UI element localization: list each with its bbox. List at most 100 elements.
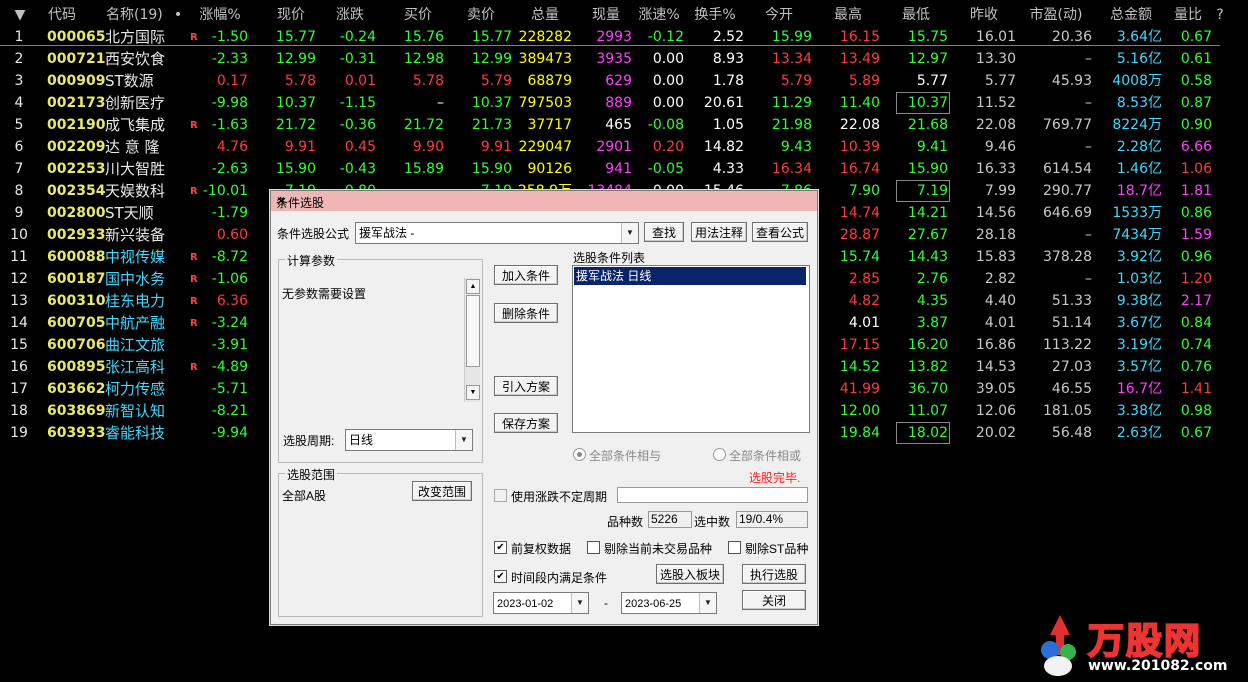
scroll-down-icon[interactable]: ▼ [466,385,480,400]
scrollbar[interactable]: ▲ ▼ [464,278,480,402]
stock-name[interactable]: 桂东电力 [105,290,177,312]
current-volume: 3935 [596,51,632,67]
total-amount-unit: 亿 [1148,95,1162,111]
period-condition-checkbox[interactable]: ✔ [494,570,507,583]
header-code[interactable]: 代码 [40,4,84,26]
header-col-12[interactable]: 昨收 [952,4,1016,26]
header-col-5[interactable]: 总量 [518,4,572,26]
header-col-2[interactable]: 涨跌 [322,4,378,26]
stock-name[interactable]: ST天顺 [105,202,177,224]
total-amount-value: 5.16 [1116,51,1148,67]
execute-button[interactable]: 执行选股 [742,564,806,584]
close-button[interactable]: 关闭 [742,590,806,610]
stock-code[interactable]: 002354 [47,180,107,202]
header-col-4[interactable]: 卖价 [450,4,512,26]
sort-icon[interactable]: ▼ [10,4,30,26]
header-col-11[interactable]: 最低 [884,4,948,26]
stock-code[interactable]: 603933 [47,422,107,444]
stock-name[interactable]: 新智认知 [105,400,177,422]
save-plan-button[interactable]: 保存方案 [494,413,558,433]
stock-name[interactable]: 川大智胜 [105,158,177,180]
stock-name[interactable]: 中视传媒 [105,246,177,268]
stock-code[interactable]: 002190 [47,114,107,136]
close-icon[interactable]: ✕ [276,194,811,208]
header-col-13[interactable]: 市盈(动) [1018,4,1094,26]
stock-name[interactable]: 国中水务 [105,268,177,290]
header-col-6[interactable]: 现量 [578,4,634,26]
stock-code[interactable]: 002253 [47,158,107,180]
stock-name[interactable]: 曲江文旅 [105,334,177,356]
header-col-0[interactable]: 涨幅% [190,4,250,26]
st-checkbox[interactable] [728,541,741,554]
cycle-input[interactable] [617,487,808,503]
stock-code[interactable]: 002209 [47,136,107,158]
stock-name[interactable]: 西安饮食 [105,48,177,70]
scroll-thumb[interactable] [466,295,480,367]
stock-name[interactable]: 新兴装备 [105,224,177,246]
stock-code[interactable]: 603869 [47,400,107,422]
chevron-down-icon[interactable]: ▼ [699,593,716,613]
stock-code[interactable]: 600705 [47,312,107,334]
stock-code[interactable]: 002933 [47,224,107,246]
usage-button[interactable]: 用法注释 [691,222,747,242]
stock-code[interactable]: 600706 [47,334,107,356]
header-col-3[interactable]: 买价 [390,4,446,26]
view-formula-button[interactable]: 查看公式 [752,222,808,242]
header-col-9[interactable]: 今开 [746,4,812,26]
add-condition-button[interactable]: 加入条件 [494,265,558,285]
condition-list[interactable]: 援军战法 日线 [572,265,810,433]
stock-code[interactable]: 600310 [47,290,107,312]
condition-list-item[interactable]: 援军战法 日线 [574,267,806,285]
help-icon[interactable]: ? [1214,4,1226,26]
to-block-button[interactable]: 选股入板块 [656,564,724,584]
date-from-select[interactable]: 2023-01-02 ▼ [493,592,589,614]
stock-name[interactable]: 张江高科 [105,356,177,378]
speed-pct: -0.08 [647,117,684,133]
stock-name[interactable]: 睿能科技 [105,422,177,444]
header-col-1[interactable]: 现价 [262,4,320,26]
period-select[interactable]: 日线 ▼ [345,429,473,451]
chevron-down-icon[interactable]: ▼ [621,223,638,243]
stock-code[interactable]: 000721 [47,48,107,70]
date-to-select[interactable]: 2023-06-25 ▼ [621,592,717,614]
stock-code[interactable]: 002800 [47,202,107,224]
header-col-7[interactable]: 涨速% [632,4,686,26]
bid-price: 12.98 [403,51,444,67]
find-button[interactable]: 查找 [644,222,684,242]
chevron-down-icon[interactable]: ▼ [455,430,472,450]
chevron-down-icon[interactable]: ▼ [571,593,588,613]
stock-name[interactable]: 柯力传感 [105,378,177,400]
adjust-checkbox[interactable]: ✔ [494,541,507,554]
formula-select[interactable]: 援军战法 - ▼ [355,222,639,244]
stock-name[interactable]: 中航产融 [105,312,177,334]
delete-condition-button[interactable]: 删除条件 [494,303,558,323]
no-trade-checkbox[interactable] [587,541,600,554]
change-range-button[interactable]: 改变范围 [412,481,472,501]
scroll-up-icon[interactable]: ▲ [466,279,480,294]
stock-name[interactable]: 创新医疗 [105,92,177,114]
stock-code[interactable]: 603662 [47,378,107,400]
stock-name[interactable]: 成飞集成 [105,114,177,136]
import-plan-button[interactable]: 引入方案 [494,376,558,396]
header-col-8[interactable]: 换手% [686,4,744,26]
stock-name[interactable]: 达 意 隆 [105,136,177,158]
stock-code[interactable]: 002173 [47,92,107,114]
header-name[interactable]: 名称(19) [106,4,170,26]
stock-code[interactable]: 000909 [47,70,107,92]
stock-code[interactable]: 600187 [47,268,107,290]
header-col-15[interactable]: 量比 [1164,4,1212,26]
stock-name[interactable]: ST数源 [105,70,177,92]
change-pct: -2.63 [211,161,248,177]
radio-and[interactable] [573,448,586,461]
use-cycle-checkbox[interactable] [494,489,507,502]
volume-ratio: 0.98 [1180,403,1212,419]
header-col-14[interactable]: 总金额 [1100,4,1162,26]
header-col-10[interactable]: 最高 [816,4,880,26]
turnover-pct: 20.61 [703,95,744,111]
stock-code[interactable]: 600895 [47,356,107,378]
radio-or[interactable] [713,448,726,461]
stock-name[interactable]: 天娱数科 [105,180,177,202]
dialog-title-bar[interactable]: 条件选股 ✕ [271,191,817,211]
stock-code[interactable]: 600088 [47,246,107,268]
use-cycle-label: 使用涨跌不定周期 [511,490,608,504]
